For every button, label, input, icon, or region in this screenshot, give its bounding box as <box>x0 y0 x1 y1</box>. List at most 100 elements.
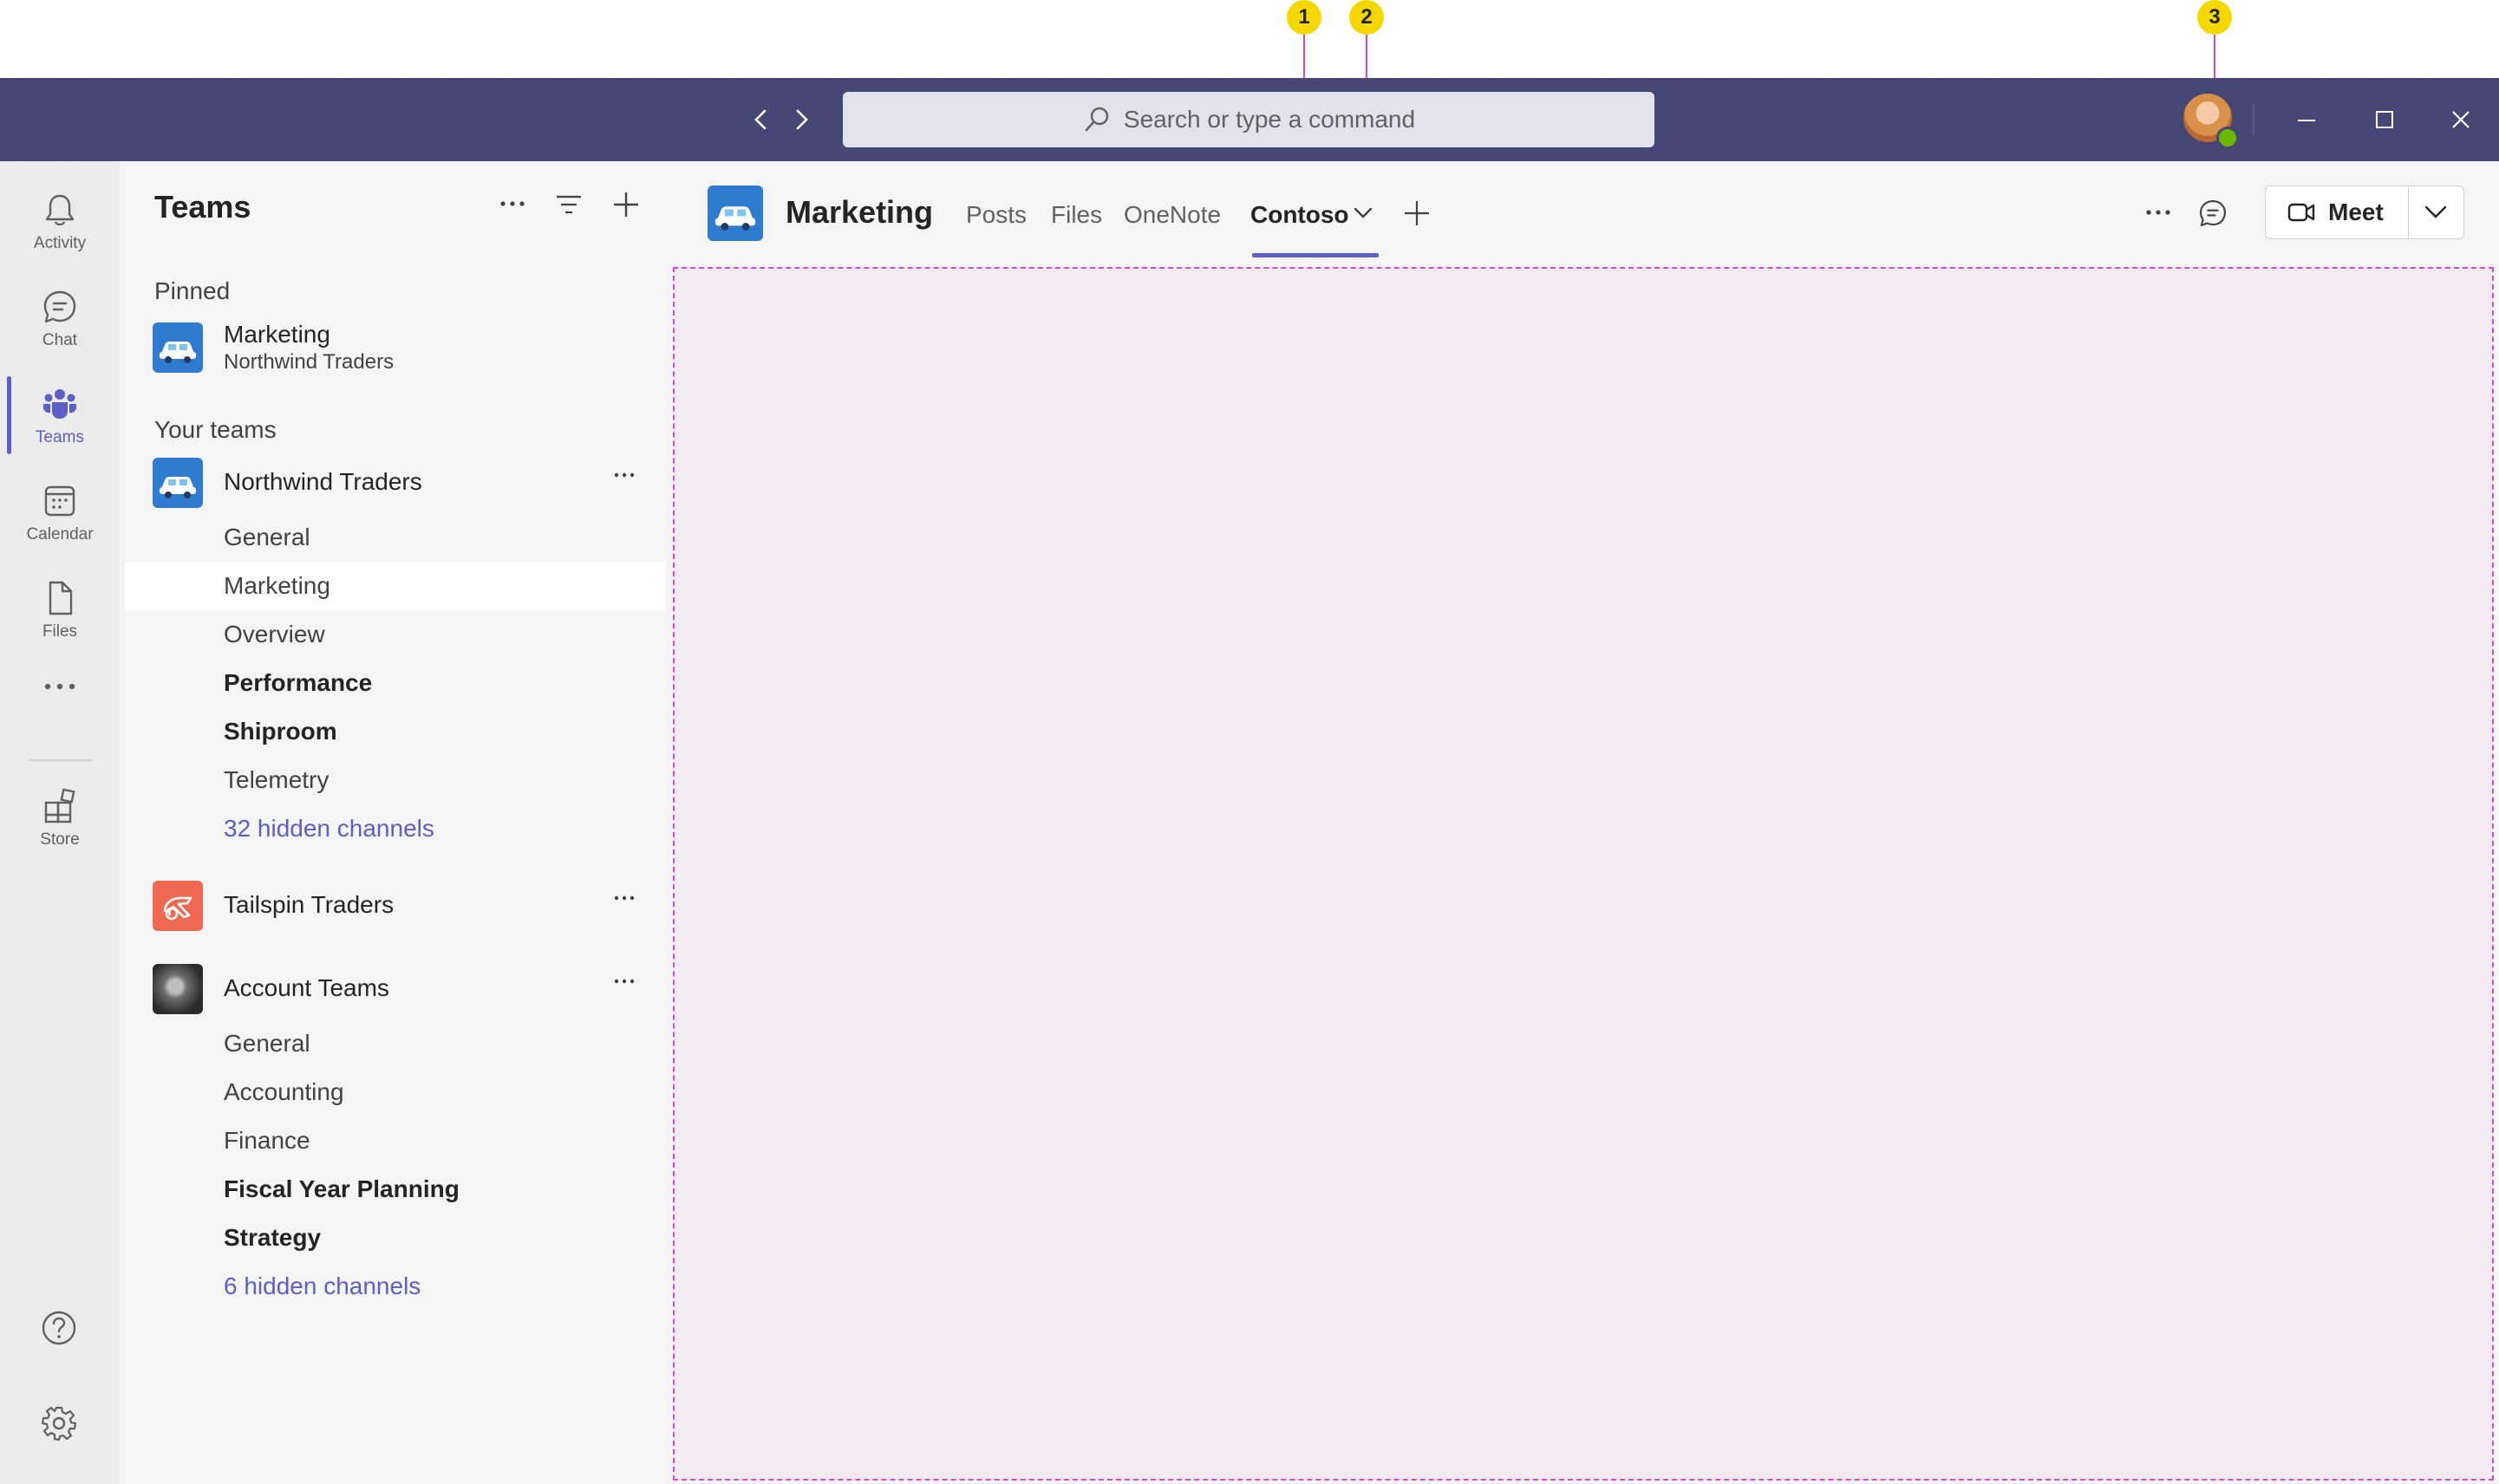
meet-button[interactable]: Meet <box>2266 186 2408 238</box>
rail-label-activity: Activity <box>33 234 87 252</box>
meet-options-chevron-down-icon[interactable] <box>2422 204 2450 221</box>
pinned-team-name: Northwind Traders <box>224 350 395 374</box>
rail-item-files[interactable]: Files <box>0 579 120 669</box>
calendar-icon <box>41 482 79 520</box>
hidden-channels-link[interactable]: 6 hidden channels <box>120 1262 671 1311</box>
conversation-chat-icon[interactable] <box>2197 198 2228 229</box>
channel-item[interactable]: Accounting <box>120 1068 671 1116</box>
airplane-avatar-icon <box>153 881 203 931</box>
channel-main: Marketing Posts Files OneNote Contoso Me… <box>671 161 2499 1484</box>
tab-onenote[interactable]: OneNote <box>1124 201 1221 229</box>
channel-label: Performance <box>224 669 373 696</box>
rail-label-files: Files <box>42 622 78 641</box>
rail-label-calendar: Calendar <box>26 525 94 543</box>
channel-label: Marketing <box>224 572 330 599</box>
maximize-icon[interactable] <box>2371 106 2398 133</box>
rail-item-chat[interactable]: Chat <box>0 288 120 378</box>
rail-item-activity[interactable]: Activity <box>0 191 120 281</box>
rail-divider <box>29 759 92 761</box>
channel-car-avatar-icon <box>708 186 763 241</box>
photo-avatar <box>153 964 203 1014</box>
back-arrow-icon[interactable] <box>747 106 775 133</box>
team-name: Tailspin Traders <box>224 891 395 918</box>
store-icon <box>41 787 79 825</box>
channel-item-selected[interactable]: Marketing <box>125 562 666 610</box>
team-name: Account Teams <box>224 974 389 1001</box>
hidden-channels-label: 32 hidden channels <box>224 815 434 842</box>
tab-contoso[interactable]: Contoso <box>1250 201 1349 229</box>
channel-item[interactable]: General <box>120 513 671 562</box>
channel-item[interactable]: Telemetry <box>120 756 671 804</box>
title-bar: Search or type a command <box>0 78 2499 161</box>
channel-item-unread[interactable]: Fiscal Year Planning <box>120 1165 671 1214</box>
video-camera-icon <box>2287 199 2316 225</box>
channel-item-unread[interactable]: Shiproom <box>120 707 671 756</box>
pinned-channel-item[interactable]: Marketing Northwind Traders <box>120 316 671 385</box>
chat-icon <box>41 288 79 326</box>
channel-label: Fiscal Year Planning <box>224 1175 460 1202</box>
channel-item-unread[interactable]: Strategy <box>120 1214 671 1262</box>
add-tab-icon[interactable] <box>1401 198 1432 229</box>
callout-badge-3: 3 <box>2197 0 2232 35</box>
channel-label: General <box>224 1030 310 1057</box>
active-tab-underline <box>1252 253 1379 257</box>
more-apps-icon[interactable] <box>43 681 76 692</box>
channel-label: Accounting <box>224 1078 344 1105</box>
channel-label: Shiproom <box>224 718 337 745</box>
forward-arrow-icon[interactable] <box>787 106 815 133</box>
car-avatar-icon <box>153 458 203 508</box>
meet-label: Meet <box>2328 199 2384 225</box>
search-input[interactable]: Search or type a command <box>843 92 1654 147</box>
team-item-tailspin[interactable]: Tailspin Traders <box>120 877 671 934</box>
meet-divider <box>2408 186 2409 238</box>
close-icon[interactable] <box>2447 106 2475 133</box>
channel-item[interactable]: Overview <box>120 610 671 659</box>
team-item-northwind[interactable]: Northwind Traders <box>120 454 671 511</box>
search-placeholder: Search or type a command <box>1123 106 1416 133</box>
callout-badge-2: 2 <box>1349 0 1384 35</box>
hidden-channels-label: 6 hidden channels <box>224 1272 421 1299</box>
header-more-options-icon[interactable] <box>2145 208 2171 217</box>
hidden-channels-link[interactable]: 32 hidden channels <box>120 804 671 853</box>
titlebar-divider <box>2253 104 2254 135</box>
channel-item[interactable]: Finance <box>120 1116 671 1165</box>
rail-item-teams[interactable]: Teams <box>0 385 120 475</box>
team-name: Northwind Traders <box>224 468 422 495</box>
tab-chevron-down-icon[interactable] <box>1353 206 1373 220</box>
channel-label: Finance <box>224 1127 310 1154</box>
search-icon <box>1082 105 1112 134</box>
meet-button-group: Meet <box>2265 186 2464 239</box>
add-team-icon[interactable] <box>610 189 642 220</box>
rail-item-store[interactable]: Store <box>0 787 120 877</box>
team-more-options-icon[interactable] <box>614 978 635 985</box>
settings-gear-icon[interactable] <box>40 1404 78 1442</box>
team-item-account-teams[interactable]: Account Teams <box>120 960 671 1018</box>
team-more-options-icon[interactable] <box>614 895 635 901</box>
channel-title: Marketing <box>786 194 934 230</box>
channel-item-unread[interactable]: Performance <box>120 659 671 707</box>
teams-window: Search or type a command Activity Chat T… <box>0 78 2499 1484</box>
app-rail: Activity Chat Teams Calendar Files Store <box>0 161 120 1484</box>
channel-header: Marketing Posts Files OneNote Contoso Me… <box>671 161 2499 265</box>
panel-title: Teams <box>154 189 251 225</box>
bell-icon <box>41 191 79 229</box>
rail-item-calendar[interactable]: Calendar <box>0 482 120 572</box>
rail-label-chat: Chat <box>42 331 78 349</box>
pinned-label: Pinned <box>154 277 231 304</box>
channel-label: Overview <box>224 621 325 648</box>
help-icon[interactable] <box>40 1309 78 1347</box>
rail-label-teams: Teams <box>36 428 84 446</box>
rail-label-store: Store <box>40 830 80 849</box>
filter-icon[interactable] <box>553 189 584 220</box>
team-more-options-icon[interactable] <box>614 472 635 478</box>
minimize-icon[interactable] <box>2293 106 2320 133</box>
tab-files[interactable]: Files <box>1051 201 1102 229</box>
teams-panel: Teams Pinned Marketing Northwind Traders… <box>120 161 671 1484</box>
pinned-channel-name: Marketing <box>224 321 330 348</box>
channel-item[interactable]: General <box>120 1019 671 1068</box>
channel-label: Telemetry <box>224 766 330 793</box>
callout-badge-1: 1 <box>1287 0 1321 35</box>
panel-more-options-icon[interactable] <box>499 199 525 208</box>
tab-posts[interactable]: Posts <box>966 201 1027 229</box>
tab-content-area <box>673 267 2494 1481</box>
